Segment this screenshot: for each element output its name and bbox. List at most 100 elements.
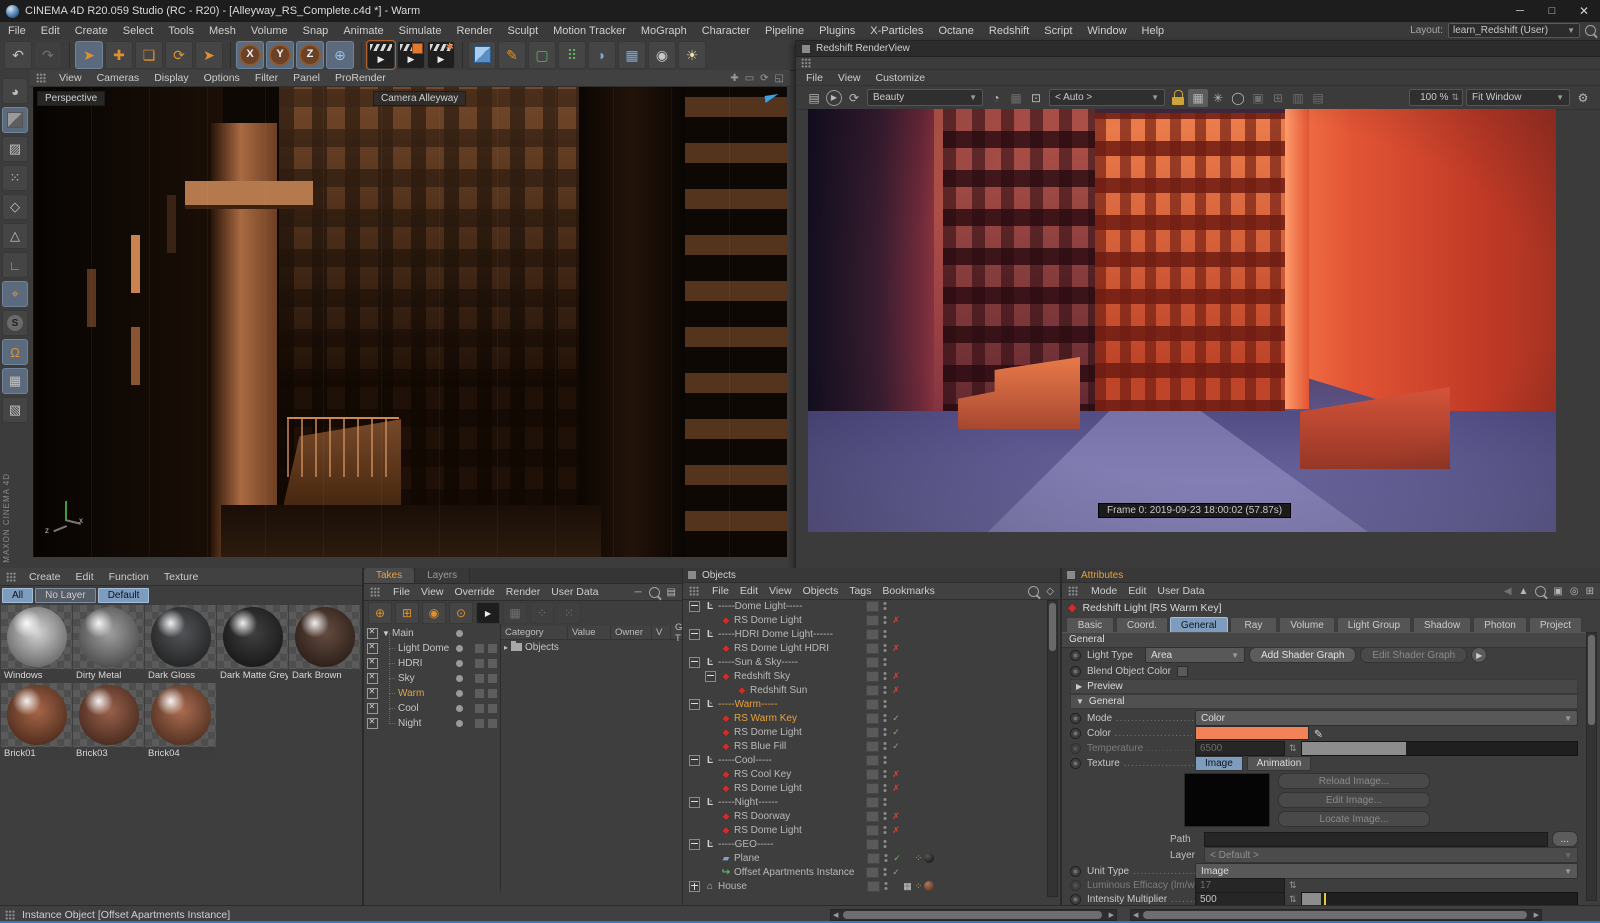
blend-object-color-checkbox[interactable] (1177, 666, 1188, 677)
take-row[interactable]: ▼ Cool (364, 701, 500, 716)
path-filter-icon[interactable]: ◇ (1046, 586, 1054, 597)
menu-item[interactable]: Octane (938, 25, 973, 37)
lock-z-icon[interactable]: Z (296, 41, 324, 69)
expander-icon[interactable]: ▸ (504, 643, 508, 652)
texture-preview[interactable] (1184, 773, 1270, 827)
expander-icon[interactable] (689, 797, 700, 808)
overrides-objects-row[interactable]: ▸ Objects (501, 640, 682, 654)
object-row[interactable]: RS Dome Light HDRI (685, 641, 1052, 655)
materials-menu-item[interactable]: Texture (164, 571, 198, 583)
object-row[interactable]: -----Night------ (685, 795, 1052, 809)
deformers-icon[interactable]: ◗ (588, 41, 616, 69)
take-row[interactable]: ▼ Night (364, 716, 500, 731)
takes-menu-item[interactable]: Override (455, 586, 495, 598)
path-browse-button[interactable]: ... (1552, 831, 1578, 847)
take-row[interactable]: ▼ Light Dome (364, 641, 500, 656)
object-row[interactable]: RS Blue Fill (685, 739, 1052, 753)
render-state-icon[interactable] (892, 853, 902, 864)
visibility-dots[interactable] (883, 783, 887, 793)
snap-icon[interactable]: Ω (2, 339, 28, 365)
intensity-multiplier-slider[interactable] (1301, 892, 1578, 906)
menu-item[interactable]: File (8, 25, 26, 37)
take-row[interactable]: ▼ Sky (364, 671, 500, 686)
light-icon[interactable]: ☀ (678, 41, 706, 69)
visibility-dots[interactable] (883, 811, 887, 821)
take-manager-tab[interactable]: Layers (415, 568, 470, 583)
spinner-icon[interactable]: ⇅ (1289, 743, 1297, 754)
object-tag-icon[interactable] (913, 881, 924, 892)
layer-color-box[interactable] (866, 615, 879, 626)
lock-icon[interactable]: ▣ (1553, 586, 1562, 597)
aov-icon[interactable]: ◔ (986, 89, 1006, 107)
visibility-dots[interactable] (883, 727, 887, 737)
viewport-canvas[interactable]: Perspective Camera Alleyway xz (33, 87, 787, 557)
material-item[interactable]: Dark Brown (289, 605, 360, 682)
region-render-icon[interactable]: ◯ (1228, 89, 1248, 107)
expander-icon[interactable] (689, 839, 700, 850)
visibility-dots[interactable] (883, 657, 887, 667)
last-tool-icon[interactable]: ➤ (195, 41, 223, 69)
take-state-dot[interactable] (456, 645, 463, 652)
menu-item[interactable]: Simulate (399, 25, 442, 37)
take-row[interactable]: ▼ Warm (364, 686, 500, 701)
viewport-menu-item[interactable]: ProRender (335, 72, 386, 84)
materials-menu-item[interactable]: Edit (76, 571, 94, 583)
modeling-icon[interactable]: ⠿ (558, 41, 586, 69)
render-picture-viewer-icon[interactable]: ▶ (397, 41, 425, 69)
visibility-dots[interactable] (883, 671, 887, 681)
locate-image-button[interactable]: Locate Image... (1278, 811, 1430, 827)
objects-horizontal-scrollbar[interactable]: ◀ ▶ (830, 909, 1117, 921)
layer-color-box[interactable] (866, 769, 879, 780)
material-item[interactable]: Dark Gloss (145, 605, 216, 682)
expander-icon[interactable] (689, 699, 700, 710)
mode-dropdown[interactable]: Color ▼ (1195, 710, 1578, 726)
render-marked-takes-icon[interactable]: ▶ (476, 602, 500, 624)
intensity-multiplier-input[interactable]: 500 (1195, 892, 1285, 906)
search-icon[interactable] (1535, 586, 1546, 597)
visibility-dots[interactable] (883, 797, 887, 807)
takes-filter-a-icon[interactable]: ⁘ (530, 602, 554, 624)
keyframe-dot-icon[interactable] (1070, 650, 1081, 661)
search-icon[interactable] (1028, 586, 1039, 597)
texture-mode-icon[interactable]: ▨ (2, 136, 28, 162)
export-snapshot-icon[interactable]: ▥ (1288, 89, 1308, 107)
renderview-settings-gear-icon[interactable]: ⚙ (1573, 89, 1593, 107)
render-result-canvas[interactable]: Frame 0: 2019-09-23 18:00:02 (57.87s) (808, 109, 1556, 532)
lock-workplane-icon[interactable]: ▦ (2, 368, 28, 394)
renderview-title-bar[interactable]: Redshift RenderView (796, 41, 1600, 57)
general-section-bar[interactable]: ▼ General (1070, 694, 1578, 709)
layer-color-box[interactable] (867, 853, 880, 864)
zoom-level-input[interactable]: 100 % ⇅ (1409, 89, 1463, 106)
layer-color-box[interactable] (867, 881, 880, 892)
render-view-icon[interactable]: ▶ (367, 41, 395, 69)
scrollbar-thumb[interactable] (1049, 603, 1056, 651)
takes-menu-item[interactable]: Render (506, 586, 540, 598)
take-state-dot[interactable] (456, 675, 463, 682)
attribute-tab[interactable]: Volume (1279, 617, 1334, 633)
renderview-menu-item[interactable]: File (806, 72, 823, 84)
layer-color-box[interactable] (866, 867, 879, 878)
viewport-rotate-icon[interactable]: ⟳ (760, 73, 768, 84)
object-tag-icon[interactable] (902, 881, 913, 892)
take-check-icon[interactable] (367, 718, 378, 729)
visibility-dots[interactable] (883, 643, 887, 653)
undo-icon[interactable]: ↶ (4, 41, 32, 69)
render-state-icon[interactable] (891, 727, 901, 738)
fit-mode-dropdown[interactable]: Fit Window ▼ (1466, 89, 1570, 106)
render-state-icon[interactable] (891, 811, 901, 822)
visibility-dots[interactable] (883, 629, 887, 639)
take-state-dot[interactable] (456, 630, 463, 637)
take-state-dot[interactable] (456, 690, 463, 697)
layer-color-box[interactable] (866, 643, 879, 654)
object-row[interactable]: RS Cool Key (685, 767, 1052, 781)
visibility-dots[interactable] (883, 867, 887, 877)
expander-icon[interactable] (689, 657, 700, 668)
material-filter-button[interactable]: All (2, 588, 33, 603)
menu-item[interactable]: Edit (41, 25, 60, 37)
keyframe-dot-icon[interactable] (1070, 866, 1081, 877)
edges-mode-icon[interactable]: ◇ (2, 194, 28, 220)
render-state-icon[interactable] (891, 769, 901, 780)
viewport-menu-item[interactable]: Filter (255, 72, 278, 84)
object-row[interactable]: RS Warm Key (685, 711, 1052, 725)
render-pass-dropdown[interactable]: Beauty ▼ (867, 89, 983, 106)
